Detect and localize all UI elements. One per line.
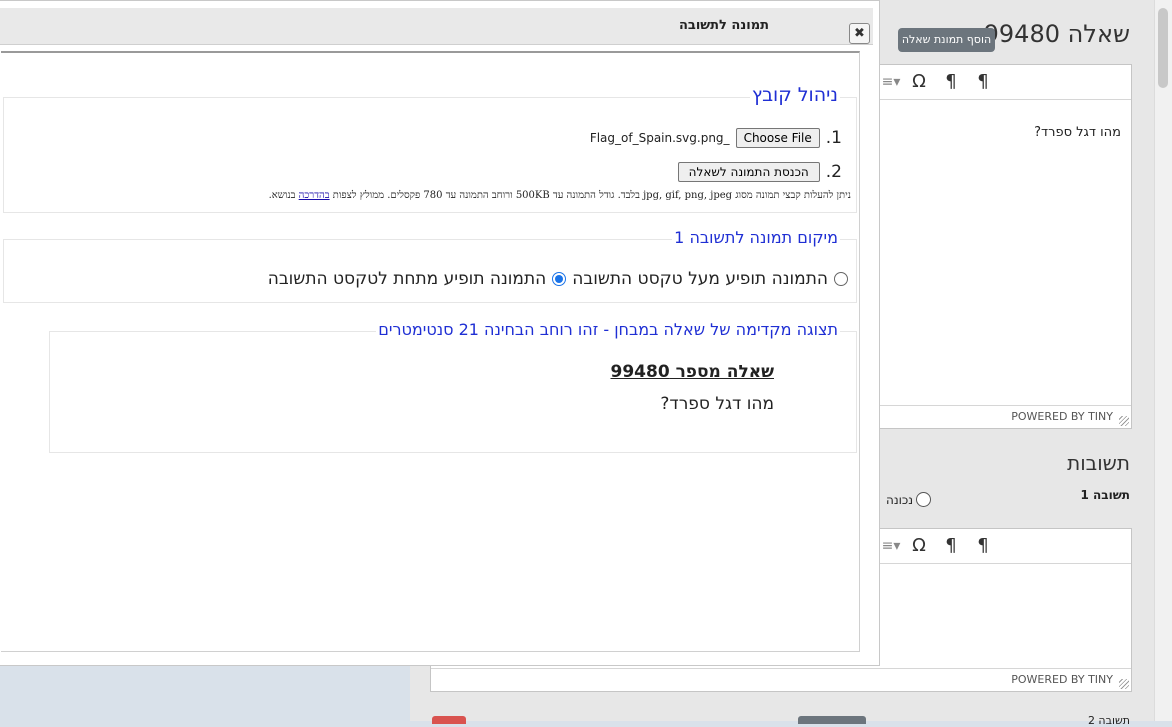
dialog-body: ניהול קובץ 1. Choose File Flag_of_Spain.…	[1, 51, 860, 652]
omega-icon[interactable]: Ω	[907, 535, 931, 557]
insert-image-button[interactable]: הכנסת התמונה לשאלה	[677, 162, 820, 182]
add-question-image-button[interactable]: הוסף תמונת שאלה	[898, 28, 995, 52]
answers-heading: תשובות	[1067, 451, 1130, 475]
resize-grip-icon[interactable]	[1119, 416, 1129, 426]
close-icon[interactable]: ✖	[849, 23, 870, 44]
question-title: שאלה 99480	[983, 20, 1130, 48]
position-options: התמונה תופיע מעל טקסט התשובה התמונה תופי…	[268, 269, 848, 289]
paragraph-ltr-icon[interactable]: ¶	[971, 71, 995, 93]
position-below-radio[interactable]	[552, 272, 567, 286]
list-icon[interactable]: ≡▾	[879, 535, 903, 557]
position-below-label[interactable]: התמונה תופיע מתחת לטקסט התשובה	[268, 269, 547, 289]
omega-icon[interactable]: Ω	[907, 71, 931, 93]
answer1-label: תשובה 1	[1080, 488, 1130, 502]
dialog-title: תמונה לתשובה	[678, 18, 769, 33]
page-scrollbar[interactable]	[1154, 0, 1172, 721]
correct-radio[interactable]	[916, 492, 932, 507]
position-above-label[interactable]: התמונה תופיע מעל טקסט התשובה	[572, 269, 828, 289]
image-position-section: מיקום תמונה לתשובה 1 התמונה תופיע מעל טק…	[3, 228, 857, 303]
dialog-titlebar[interactable]: תמונה לתשובה ✖	[0, 8, 873, 45]
image-position-legend: מיקום תמונה לתשובה 1	[672, 228, 840, 247]
upload-row: 1. Choose File Flag_of_Spain.svg.png_	[590, 128, 842, 148]
position-above-radio[interactable]	[834, 272, 848, 286]
preview-section: תצוגה מקדימה של שאלה במבחן - זהו רוחב הב…	[49, 320, 857, 453]
insert-row: 2. הכנסת התמונה לשאלה	[677, 162, 842, 182]
chosen-file-name: Flag_of_Spain.svg.png_	[589, 131, 730, 145]
tutorial-link[interactable]: בהדרכה	[299, 190, 330, 201]
list-icon[interactable]: ≡▾	[879, 71, 903, 93]
editor-content[interactable]: מהו דגל ספרד?	[1034, 125, 1121, 140]
answer-image-dialog: תמונה לתשובה ✖ ניהול קובץ 1. Choose File…	[0, 0, 880, 666]
powered-by-label[interactable]: POWERED BY TINY	[1011, 673, 1113, 686]
paragraph-rtl-icon[interactable]: ¶	[939, 535, 963, 557]
correct-label: נכונה	[886, 492, 914, 507]
paragraph-ltr-icon[interactable]: ¶	[971, 535, 995, 557]
upload-note-text: ניתן להעלות קבצי תמונה מסוג jpg, gif, pn…	[329, 190, 851, 201]
step-number: 2.	[825, 162, 842, 182]
paragraph-rtl-icon[interactable]: ¶	[939, 71, 963, 93]
add-answer-image-button[interactable]	[798, 716, 866, 724]
correct-answer-option[interactable]: נכונה	[886, 492, 932, 507]
upload-note-suffix: בנושא.	[268, 190, 299, 201]
editor-statusbar: POWERED BY TINY	[431, 668, 1131, 691]
resize-grip-icon[interactable]	[1119, 679, 1129, 689]
file-management-legend: ניהול קובץ	[749, 84, 840, 106]
step-number: 1.	[825, 128, 842, 148]
preview-question-heading: שאלה מספר 99480	[610, 362, 775, 382]
upload-note: ניתן להעלות קבצי תמונה מסוג jpg, gif, pn…	[269, 190, 851, 201]
preview-legend: תצוגה מקדימה של שאלה במבחן - זהו רוחב הב…	[376, 320, 840, 339]
scrollbar-thumb[interactable]	[1158, 8, 1168, 88]
file-management-section: ניהול קובץ 1. Choose File Flag_of_Spain.…	[3, 84, 857, 213]
choose-file-button[interactable]: Choose File	[735, 128, 820, 148]
powered-by-label[interactable]: POWERED BY TINY	[1011, 410, 1113, 423]
delete-answer-button[interactable]	[432, 716, 466, 724]
preview-question-text: מהו דגל ספרד?	[660, 394, 774, 414]
